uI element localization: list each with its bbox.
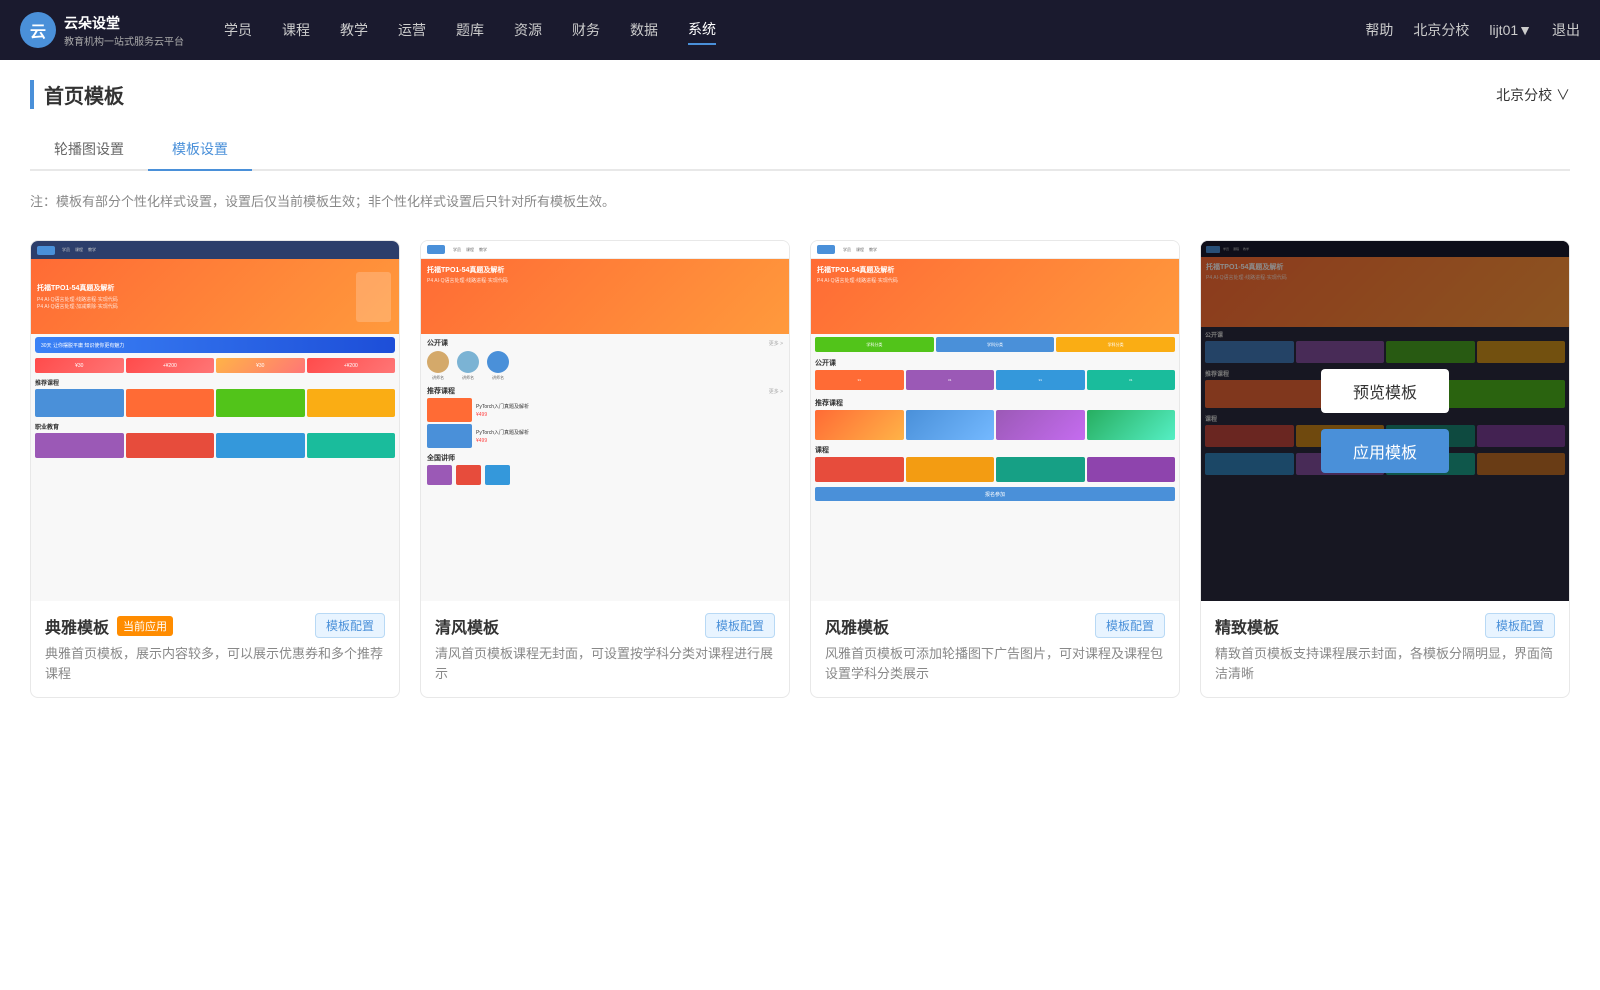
tab-template[interactable]: 模板设置: [148, 129, 252, 171]
nav-item-resources[interactable]: 资源: [514, 16, 542, 44]
nav-item-operations[interactable]: 运营: [398, 16, 426, 44]
main-header: 云 云朵设堂 教育机构一站式服务云平台 学员 课程 教学 运营 题库 资源 财务…: [0, 0, 1600, 60]
template-name-row-2: 清风模板 模板配置: [435, 613, 775, 638]
template-name-row-4: 精致模板 模板配置: [1215, 613, 1555, 638]
logo-area: 云 云朵设堂 教育机构一站式服务云平台: [20, 12, 184, 48]
template-card-4: 学员 课程 教学 托福TPO1-54真题及解析 P4 AI·Q语言处理·线路进程…: [1200, 240, 1570, 698]
template-preview-1: 学员 课程 教学 托福TPO1-54真题及解析 P4 AI·Q语言处理·线路进程…: [31, 241, 399, 601]
template-name-1: 典雅模板: [45, 614, 109, 638]
note-text: 注：模板有部分个性化样式设置，设置后仅当前模板生效；非个性化样式设置后只针对所有…: [30, 191, 1570, 210]
nav-item-teaching[interactable]: 教学: [340, 16, 368, 44]
template-footer-3: 风雅模板 模板配置 风雅首页模板可添加轮播图下广告图片，可对课程及课程包设置学科…: [811, 601, 1179, 697]
config-btn-3[interactable]: 模板配置: [1095, 613, 1165, 638]
logo-sub-text: 教育机构一站式服务云平台: [64, 33, 184, 48]
nav-item-courses[interactable]: 课程: [282, 16, 310, 44]
template-desc-2: 清风首页模板课程无封面，可设置按学科分类对课程进行展示: [435, 644, 775, 683]
nav-item-students[interactable]: 学员: [224, 16, 252, 44]
config-btn-2[interactable]: 模板配置: [705, 613, 775, 638]
page-title: 首页模板: [30, 80, 124, 109]
template-overlay-4: 预览模板 应用模板: [1201, 241, 1569, 601]
school-selector[interactable]: 北京分校 ∨: [1496, 85, 1570, 105]
nav-item-system[interactable]: 系统: [688, 15, 716, 45]
template-preview-4: 学员 课程 教学 托福TPO1-54真题及解析 P4 AI·Q语言处理·线路进程…: [1201, 241, 1569, 601]
nav-item-questions[interactable]: 题库: [456, 16, 484, 44]
template-name-left-1: 典雅模板 当前应用: [45, 614, 173, 638]
logo-main-text: 云朵设堂: [64, 13, 184, 33]
nav-menu: 学员 课程 教学 运营 题库 资源 财务 数据 系统: [224, 15, 1365, 45]
page-title-row: 首页模板 北京分校 ∨: [30, 80, 1570, 109]
template-desc-1: 典雅首页模板，展示内容较多，可以展示优惠券和多个推荐课程: [45, 644, 385, 683]
template-preview-2: 学员 课程 教学 托福TPO1-54真题及解析 P4 AI·Q语言处理·线路进程…: [421, 241, 789, 601]
template-name-2: 清风模板: [435, 614, 499, 638]
help-link[interactable]: 帮助: [1365, 20, 1393, 40]
page-container: 首页模板 北京分校 ∨ 轮播图设置 模板设置 注：模板有部分个性化样式设置，设置…: [0, 60, 1600, 990]
nav-right: 帮助 北京分校 lijt01▼ 退出: [1365, 20, 1580, 40]
logo-text: 云朵设堂 教育机构一站式服务云平台: [64, 13, 184, 48]
apply-template-btn-4[interactable]: 应用模板: [1321, 429, 1449, 473]
logo-icon: 云: [20, 12, 56, 48]
tabs-row: 轮播图设置 模板设置: [30, 129, 1570, 171]
nav-item-finance[interactable]: 财务: [572, 16, 600, 44]
school-link[interactable]: 北京分校: [1413, 20, 1469, 40]
current-badge-1: 当前应用: [117, 616, 173, 636]
config-btn-4[interactable]: 模板配置: [1485, 613, 1555, 638]
template-card-3: 学员 课程 教学 托福TPO1-54真题及解析 P4 AI·Q语言处理·线路进程…: [810, 240, 1180, 698]
template-footer-2: 清风模板 模板配置 清风首页模板课程无封面，可设置按学科分类对课程进行展示: [421, 601, 789, 697]
tab-carousel[interactable]: 轮播图设置: [30, 129, 148, 171]
template-preview-3: 学员 课程 教学 托福TPO1-54真题及解析 P4 AI·Q语言处理·线路进程…: [811, 241, 1179, 601]
config-btn-1[interactable]: 模板配置: [315, 613, 385, 638]
template-name-left-2: 清风模板: [435, 614, 499, 638]
template-name-row-3: 风雅模板 模板配置: [825, 613, 1165, 638]
preview-template-btn-4[interactable]: 预览模板: [1321, 369, 1449, 413]
template-footer-1: 典雅模板 当前应用 模板配置 典雅首页模板，展示内容较多，可以展示优惠券和多个推…: [31, 601, 399, 697]
logout-link[interactable]: 退出: [1552, 20, 1580, 40]
template-desc-4: 精致首页模板支持课程展示封面，各模板分隔明显，界面简洁清晰: [1215, 644, 1555, 683]
template-grid: 学员 课程 教学 托福TPO1-54真题及解析 P4 AI·Q语言处理·线路进程…: [30, 240, 1570, 698]
user-menu[interactable]: lijt01▼: [1489, 22, 1532, 38]
template-name-left-4: 精致模板: [1215, 614, 1279, 638]
template-name-row-1: 典雅模板 当前应用 模板配置: [45, 613, 385, 638]
template-card-2: 学员 课程 教学 托福TPO1-54真题及解析 P4 AI·Q语言处理·线路进程…: [420, 240, 790, 698]
template-name-4: 精致模板: [1215, 614, 1279, 638]
template-name-left-3: 风雅模板: [825, 614, 889, 638]
nav-item-data[interactable]: 数据: [630, 16, 658, 44]
template-name-3: 风雅模板: [825, 614, 889, 638]
template-footer-4: 精致模板 模板配置 精致首页模板支持课程展示封面，各模板分隔明显，界面简洁清晰: [1201, 601, 1569, 697]
template-desc-3: 风雅首页模板可添加轮播图下广告图片，可对课程及课程包设置学科分类展示: [825, 644, 1165, 683]
template-card-1: 学员 课程 教学 托福TPO1-54真题及解析 P4 AI·Q语言处理·线路进程…: [30, 240, 400, 698]
